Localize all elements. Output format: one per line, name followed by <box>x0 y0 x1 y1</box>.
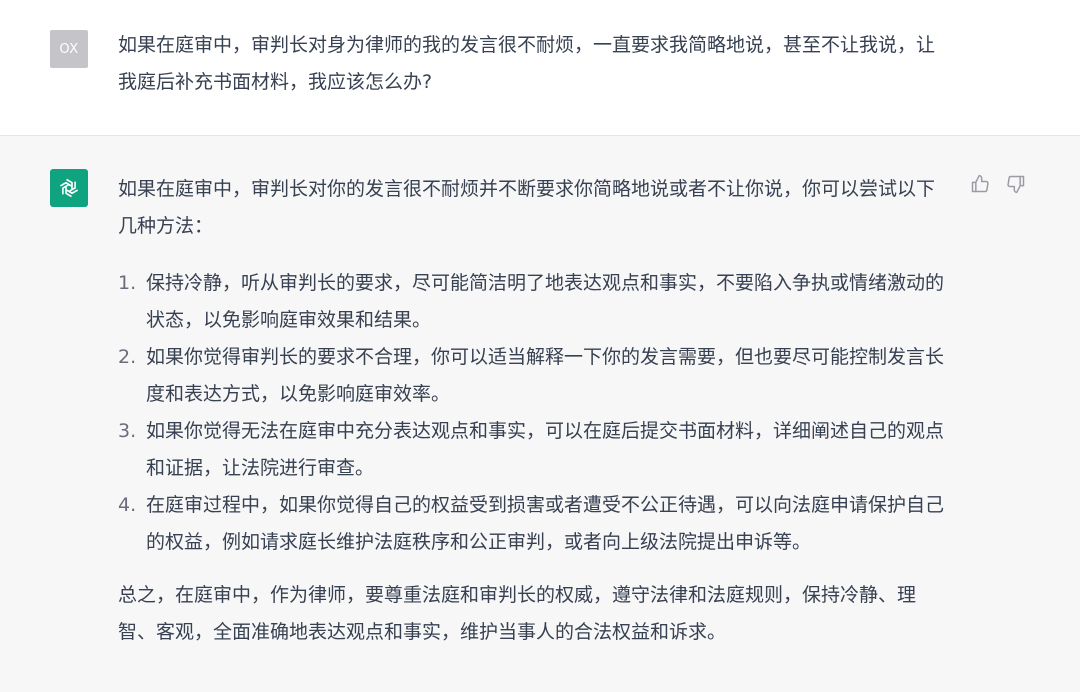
answer-list: 1. 保持冷静，听从审判长的要求，尽可能简洁明了地表达观点和事实，不要陷入争执或… <box>118 265 950 561</box>
chat-page: OX 如果在庭审中，审判长对身为律师的我的发言很不耐烦，一直要求我简略地说，甚至… <box>0 0 1080 692</box>
list-item: 2. 如果你觉得审判长的要求不合理，你可以适当解释一下你的发言需要，但也要尽可能… <box>118 339 950 413</box>
list-item: 4. 在庭审过程中，如果你觉得自己的权益受到损害或者遭受不公正待遇，可以向法庭申… <box>118 487 950 561</box>
list-item: 1. 保持冷静，听从审判长的要求，尽可能简洁明了地表达观点和事实，不要陷入争执或… <box>118 265 950 339</box>
assistant-summary-text: 总之，在庭审中，作为律师，要尊重法庭和审判长的权威，遵守法律和法庭规则，保持冷静… <box>118 584 917 643</box>
list-item: 3. 如果你觉得无法在庭审中充分表达观点和事实，可以在庭后提交书面材料，详细阐述… <box>118 413 950 487</box>
list-item-number: 2. <box>118 346 137 368</box>
list-item-text: 如果你觉得无法在庭审中充分表达观点和事实，可以在庭后提交书面材料，详细阐述自己的… <box>146 420 945 479</box>
assistant-message-row: 如果在庭审中，审判长对你的发言很不耐烦并不断要求你简略地说或者不让你说，你可以尝… <box>0 136 1080 692</box>
like-button[interactable] <box>968 172 992 196</box>
user-message-row: OX 如果在庭审中，审判长对身为律师的我的发言很不耐烦，一直要求我简略地说，甚至… <box>0 0 1080 136</box>
list-item-text: 保持冷静，听从审判长的要求，尽可能简洁明了地表达观点和事实，不要陷入争执或情绪激… <box>146 272 945 331</box>
assistant-avatar <box>50 169 88 207</box>
list-item-number: 1. <box>118 272 137 294</box>
list-item-number: 3. <box>118 420 137 442</box>
openai-logo-icon <box>59 178 79 198</box>
user-message-text: 如果在庭审中，审判长对身为律师的我的发言很不耐烦，一直要求我简略地说，甚至不让我… <box>118 34 936 93</box>
list-item-text: 在庭审过程中，如果你觉得自己的权益受到损害或者遭受不公正待遇，可以向法庭申请保护… <box>146 494 945 553</box>
user-avatar: OX <box>50 30 88 68</box>
dislike-button[interactable] <box>1004 172 1028 196</box>
list-item-text: 如果你觉得审判长的要求不合理，你可以适当解释一下你的发言需要，但也要尽可能控制发… <box>146 346 945 405</box>
list-item-number: 4. <box>118 494 137 516</box>
thumbs-down-icon <box>1007 175 1025 194</box>
assistant-intro-text: 如果在庭审中，审判长对你的发言很不耐烦并不断要求你简略地说或者不让你说，你可以尝… <box>118 178 936 237</box>
thumbs-up-icon <box>971 174 989 193</box>
